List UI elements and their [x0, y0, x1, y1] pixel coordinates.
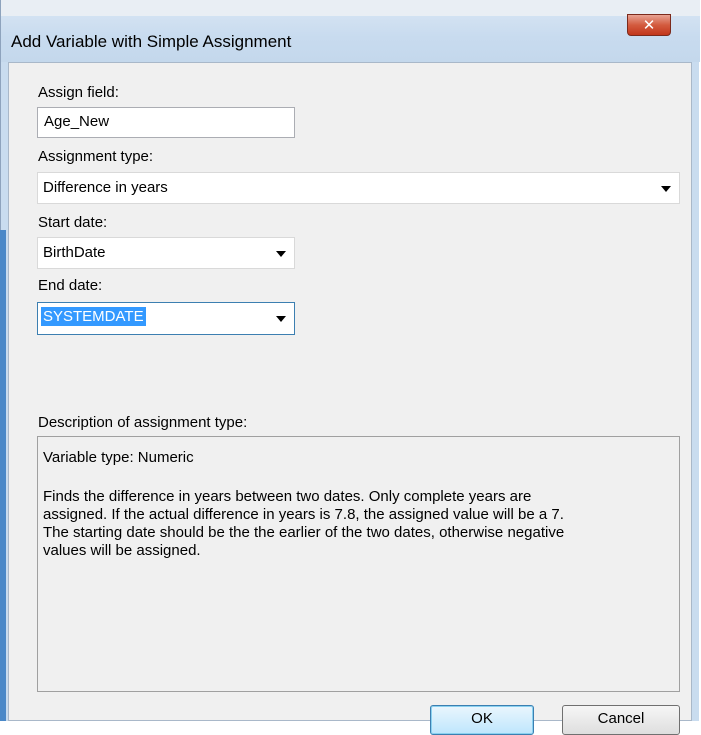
assign-field-label: Assign field:: [38, 84, 119, 101]
description-label: Description of assignment type:: [38, 414, 248, 431]
chevron-down-icon: [276, 316, 286, 322]
description-box: Variable type: Numeric Finds the differe…: [37, 436, 680, 692]
assign-field-input[interactable]: Age_New: [37, 107, 295, 138]
chevron-down-icon: [276, 251, 286, 257]
chevron-down-icon: [661, 186, 671, 192]
close-button[interactable]: ✕: [627, 14, 671, 36]
ok-button[interactable]: OK: [430, 705, 534, 735]
assignment-type-label: Assignment type:: [38, 148, 154, 165]
description-line: Finds the difference in years between tw…: [43, 488, 532, 505]
title-bar-top-strip: [1, 0, 700, 16]
end-date-value: SYSTEMDATE: [41, 307, 146, 326]
left-edge-accent: [0, 230, 6, 721]
end-date-dropdown[interactable]: SYSTEMDATE: [37, 302, 295, 335]
description-line: The starting date should be the the earl…: [43, 524, 565, 541]
end-date-label: End date:: [38, 277, 103, 294]
assignment-type-value: Difference in years: [43, 179, 168, 196]
close-icon: ✕: [642, 16, 656, 34]
description-line: assigned. If the actual difference in ye…: [43, 506, 564, 523]
title-bar[interactable]: Add Variable with Simple Assignment ✕: [1, 0, 700, 62]
cancel-button[interactable]: Cancel: [562, 705, 680, 735]
description-line: values will be assigned.: [43, 542, 201, 559]
assignment-type-dropdown[interactable]: Difference in years: [37, 172, 680, 204]
start-date-label: Start date:: [38, 214, 108, 231]
window-title: Add Variable with Simple Assignment: [11, 32, 292, 51]
start-date-value: BirthDate: [43, 244, 106, 261]
start-date-dropdown[interactable]: BirthDate: [37, 237, 295, 269]
variable-type-text: Variable type: Numeric: [43, 449, 194, 466]
